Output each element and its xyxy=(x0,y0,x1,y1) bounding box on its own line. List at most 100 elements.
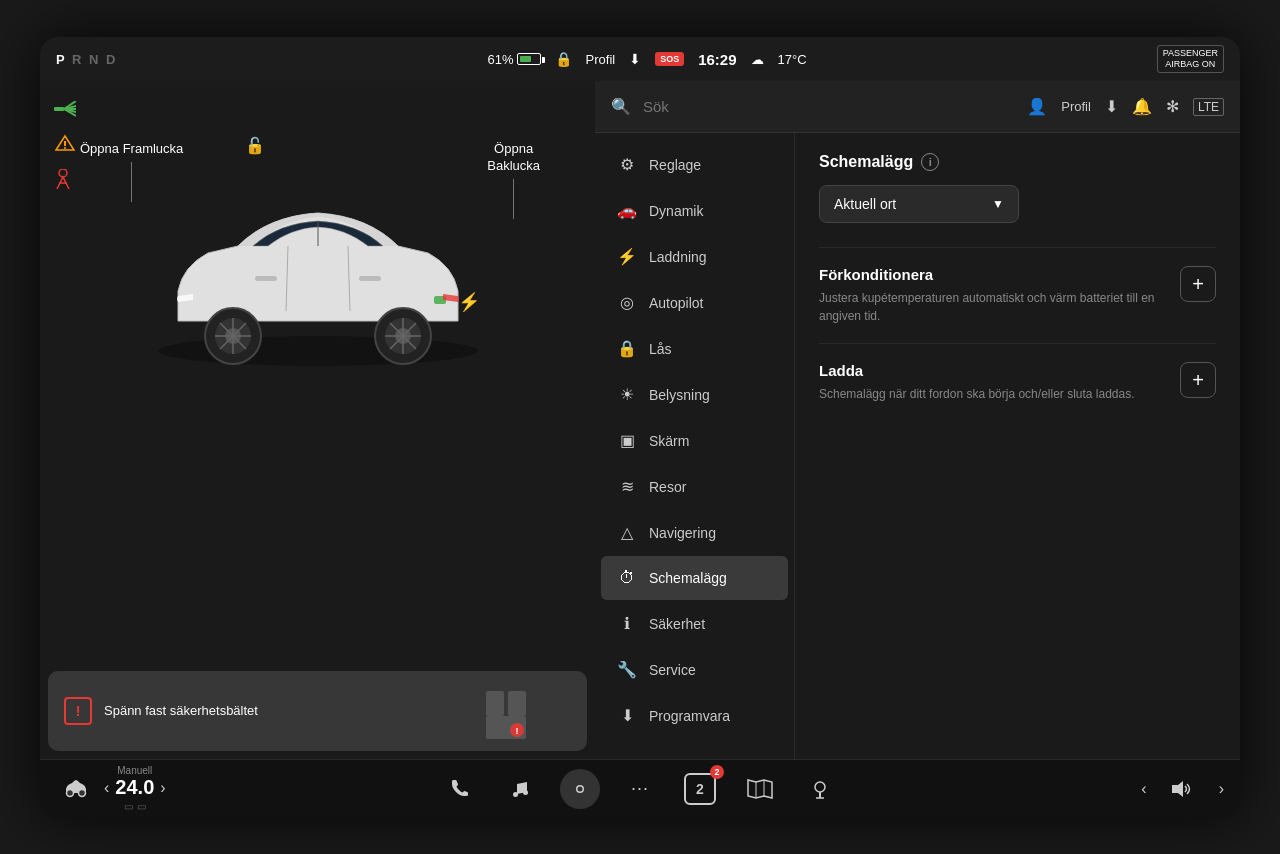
bluetooth-icon: ✻ xyxy=(1166,97,1179,116)
prnd-r: R xyxy=(72,52,83,67)
calendar-icon: 2 xyxy=(684,773,716,805)
nav-label-dynamik: Dynamik xyxy=(649,203,703,219)
svg-rect-33 xyxy=(508,691,526,699)
nav-label-service: Service xyxy=(649,662,696,678)
nav-icon-autopilot: ◎ xyxy=(617,293,637,312)
car-svg-container: Öppna Framlucka ÖppnaBaklucka 🔓 xyxy=(40,81,595,663)
search-input[interactable] xyxy=(643,98,1015,115)
lock-icon: 🔒 xyxy=(555,51,572,67)
precondition-title: Förkonditionera xyxy=(819,266,1164,283)
seat-diagram: ! xyxy=(481,681,571,741)
nav-item-skarm[interactable]: ▣ Skärm xyxy=(601,418,788,463)
nav-item-sakerhet[interactable]: ℹ Säkerhet xyxy=(601,601,788,646)
precondition-info: Förkonditionera Justera kupétemperaturen… xyxy=(819,266,1180,325)
hood-lock-icon: 🔓 xyxy=(245,136,265,155)
dropdown-label: Aktuell ort xyxy=(834,196,896,212)
charge-add-button[interactable]: + xyxy=(1180,362,1216,398)
nav-icon-skarm: ▣ xyxy=(617,431,637,450)
temp-increase-button[interactable]: › xyxy=(160,779,165,797)
status-bar: P R N D 61% 🔒 Profil ⬇ SOS 16:29 ☁ 17°C … xyxy=(40,37,1240,81)
svg-text:!: ! xyxy=(516,726,519,736)
calendar-badge: 2 xyxy=(710,765,724,779)
search-bar-actions: 👤 Profil ⬇ 🔔 ✻ LTE xyxy=(1027,97,1224,116)
nav-item-belysning[interactable]: ☀ Belysning xyxy=(601,372,788,417)
right-panel: 🔍 👤 Profil ⬇ 🔔 ✻ LTE ⚙ Reglage 🚗 xyxy=(595,81,1240,759)
section-title: Schemalägg i xyxy=(819,153,1216,171)
svg-rect-28 xyxy=(359,276,381,281)
music-button[interactable] xyxy=(500,769,540,809)
phone-button[interactable] xyxy=(440,769,480,809)
temp-label: Manuell xyxy=(117,765,152,776)
climate-mode-icons: ▭ ▭ xyxy=(124,801,146,812)
prnd-d: D xyxy=(106,52,117,67)
charge-description: Schemalägg när ditt fordon ska börja och… xyxy=(819,385,1164,403)
status-right: PASSENGER AIRBAG ON xyxy=(1157,45,1224,73)
weather-icon: ☁ xyxy=(751,52,764,67)
temp-decrease-button[interactable]: ‹ xyxy=(104,779,109,797)
nav-item-autopilot[interactable]: ◎ Autopilot xyxy=(601,280,788,325)
precondition-add-button[interactable]: + xyxy=(1180,266,1216,302)
dots-button[interactable]: ··· xyxy=(620,769,660,809)
nav-icon-navigering: △ xyxy=(617,523,637,542)
nav-label-sakerhet: Säkerhet xyxy=(649,616,705,632)
prev-track-icon[interactable]: ‹ xyxy=(1141,780,1146,798)
maps-button[interactable] xyxy=(740,769,780,809)
settings-body: ⚙ Reglage 🚗 Dynamik ⚡ Laddning ◎ Autopil… xyxy=(595,133,1240,759)
taskbar-center: ··· 2 2 xyxy=(348,769,932,809)
nav-icon-resor: ≋ xyxy=(617,477,637,496)
car-button[interactable] xyxy=(56,769,96,809)
status-center: 61% 🔒 Profil ⬇ SOS 16:29 ☁ 17°C xyxy=(137,51,1156,68)
nav-item-schemalAgg[interactable]: ⏱ Schemalägg xyxy=(601,556,788,600)
taskbar: Manuell ‹ 24.0 › ▭ ▭ xyxy=(40,759,1240,817)
nav-item-las[interactable]: 🔒 Lås xyxy=(601,326,788,371)
svg-rect-27 xyxy=(255,276,277,281)
prnd-n: N xyxy=(89,52,100,67)
precondition-description: Justera kupétemperaturen automatiskt och… xyxy=(819,289,1164,325)
nav-item-dynamik[interactable]: 🚗 Dynamik xyxy=(601,188,788,233)
download-icon: ⬇ xyxy=(629,51,641,67)
nav-label-skarm: Skärm xyxy=(649,433,689,449)
svg-rect-31 xyxy=(486,691,504,699)
nav-icon-belysning: ☀ xyxy=(617,385,637,404)
car-illustration xyxy=(138,181,498,381)
battery-indicator: 61% xyxy=(488,52,541,67)
charge-info: Ladda Schemalägg när ditt fordon ska bör… xyxy=(819,362,1180,403)
battery-percent: 61% xyxy=(488,52,514,67)
nav-item-navigering[interactable]: △ Navigering xyxy=(601,510,788,555)
steering-heat-icon: ▭ xyxy=(137,801,146,812)
nav-icon-dynamik: 🚗 xyxy=(617,201,637,220)
search-bar: 🔍 👤 Profil ⬇ 🔔 ✻ LTE xyxy=(595,81,1240,133)
joystick-button[interactable] xyxy=(800,769,840,809)
nav-label-reglage: Reglage xyxy=(649,157,701,173)
sos-badge[interactable]: SOS xyxy=(655,52,684,66)
next-track-icon[interactable]: › xyxy=(1219,780,1224,798)
charge-title: Ladda xyxy=(819,362,1164,379)
nav-item-laddning[interactable]: ⚡ Laddning xyxy=(601,234,788,279)
nav-item-reglage[interactable]: ⚙ Reglage xyxy=(601,142,788,187)
location-dropdown[interactable]: Aktuell ort ▼ xyxy=(819,185,1019,223)
nav-item-programvara[interactable]: ⬇ Programvara xyxy=(601,693,788,738)
nav-label-schemalAgg: Schemalägg xyxy=(649,570,727,586)
nav-item-resor[interactable]: ≋ Resor xyxy=(601,464,788,509)
info-icon[interactable]: i xyxy=(921,153,939,171)
profile-text[interactable]: Profil xyxy=(1061,99,1091,114)
profile-label[interactable]: Profil xyxy=(586,52,616,67)
prnd-p: P xyxy=(56,52,66,67)
nav-icon-schemalAgg: ⏱ xyxy=(617,569,637,587)
calendar-button[interactable]: 2 2 xyxy=(680,769,720,809)
nav-item-service[interactable]: 🔧 Service xyxy=(601,647,788,692)
seatbelt-warning-text: Spänn fast säkerhetsbältet xyxy=(104,702,258,720)
volume-button[interactable] xyxy=(1163,769,1203,809)
svg-point-41 xyxy=(523,790,528,795)
svg-rect-35 xyxy=(486,716,526,724)
nav-label-resor: Resor xyxy=(649,479,686,495)
profile-icon: 👤 xyxy=(1027,97,1047,116)
settings-content: Schemalägg i Aktuell ort ▼ Förkonditione… xyxy=(795,133,1240,759)
nav-label-belysning: Belysning xyxy=(649,387,710,403)
nav-label-navigering: Navigering xyxy=(649,525,716,541)
battery-fill xyxy=(520,56,531,62)
camera-button[interactable] xyxy=(560,769,600,809)
svg-point-39 xyxy=(79,789,86,796)
nav-icon-laddning: ⚡ xyxy=(617,247,637,266)
battery-body xyxy=(517,53,541,65)
